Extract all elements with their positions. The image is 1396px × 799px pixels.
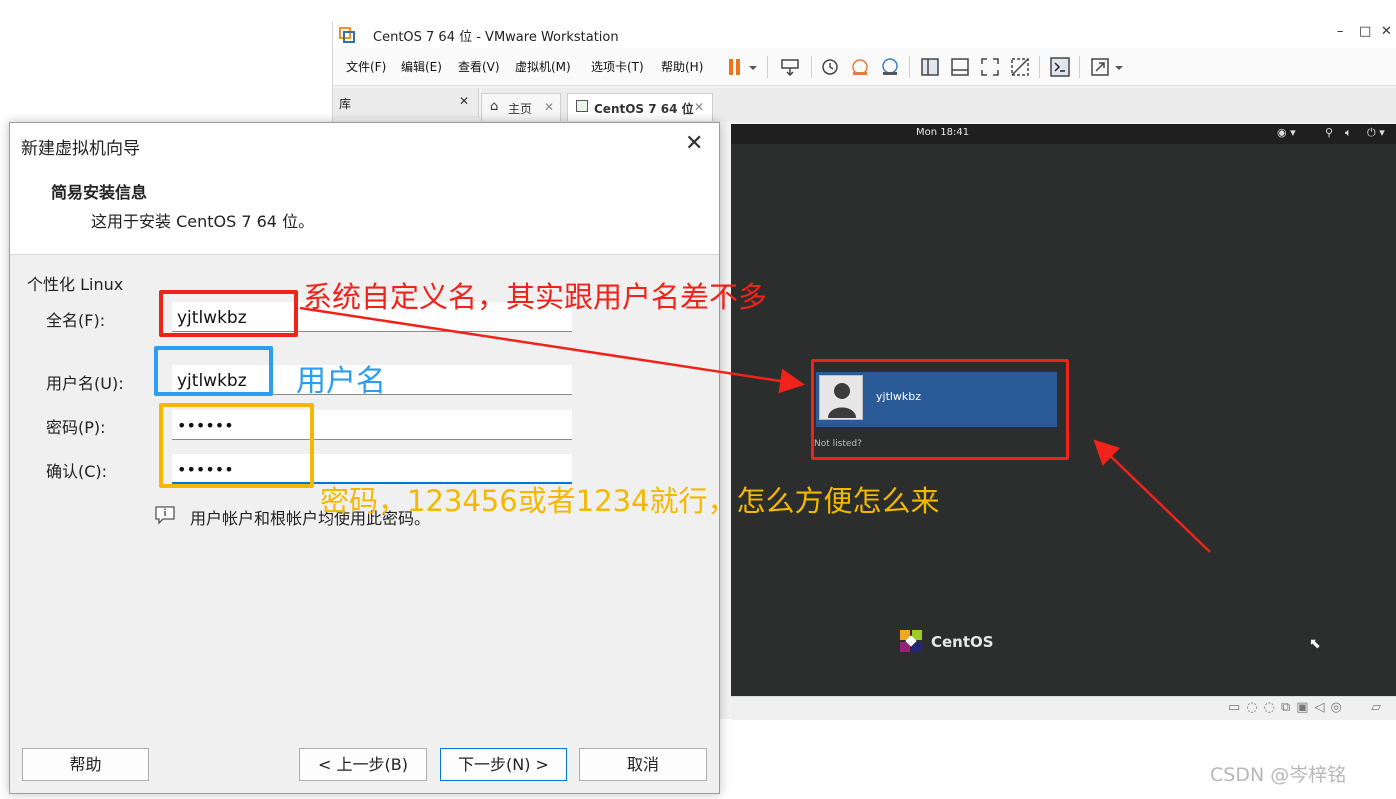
watermark: CSDN @岑梓铭: [1210, 764, 1347, 786]
arrow-to-login: [299, 306, 805, 394]
annotation-arrows: [299, 306, 1211, 553]
arrow-to-login-2: [1093, 439, 1211, 553]
